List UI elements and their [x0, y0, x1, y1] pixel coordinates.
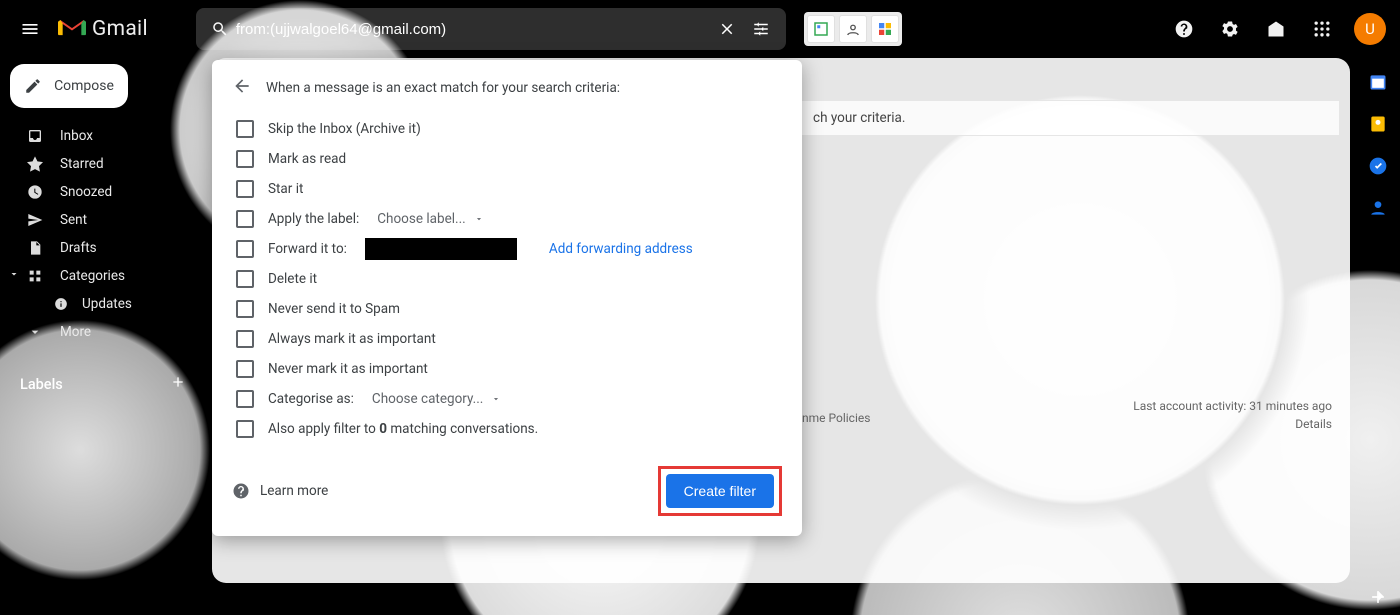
checkbox-icon[interactable]	[236, 180, 254, 198]
draft-icon	[26, 240, 44, 256]
hide-side-panel-icon[interactable]	[1372, 587, 1390, 609]
checkbox-icon[interactable]	[236, 390, 254, 408]
footer-policies[interactable]: nme Policies	[802, 411, 870, 425]
create-filter-button[interactable]: Create filter	[666, 474, 774, 508]
app-chip-3[interactable]	[871, 15, 899, 43]
nav-snoozed[interactable]: Snoozed	[0, 178, 210, 206]
nav-snoozed-label: Snoozed	[60, 184, 112, 200]
tasks-icon[interactable]	[1366, 154, 1390, 178]
nav-updates-label: Updates	[82, 296, 132, 312]
checkbox-icon[interactable]	[236, 300, 254, 318]
calendar-icon[interactable]	[1366, 70, 1390, 94]
nav-more[interactable]: More	[0, 318, 210, 346]
filter-options-popup: When a message is an exact match for you…	[212, 60, 802, 536]
nav-drafts[interactable]: Drafts	[0, 234, 210, 262]
labels-heading: Labels	[20, 376, 63, 393]
star-icon	[26, 156, 44, 172]
support-icon[interactable]	[1166, 11, 1202, 47]
category-select[interactable]: Choose category...	[372, 391, 501, 407]
compose-label: Compose	[54, 78, 114, 94]
nav-sent[interactable]: Sent	[0, 206, 210, 234]
opt-mark-read[interactable]: Mark as read	[232, 144, 782, 174]
nav-categories-label: Categories	[60, 268, 125, 284]
opt-important[interactable]: Always mark it as important	[232, 324, 782, 354]
categories-icon	[26, 268, 44, 284]
info-icon	[54, 297, 68, 311]
learn-more-link[interactable]: Learn more	[232, 482, 328, 500]
opt-delete[interactable]: Delete it	[232, 264, 782, 294]
chat-status-icon[interactable]	[1258, 11, 1294, 47]
checkbox-icon[interactable]	[236, 240, 254, 258]
opt-no-spam[interactable]: Never send it to Spam	[232, 294, 782, 324]
search-input[interactable]	[236, 21, 710, 38]
send-icon	[26, 212, 44, 228]
add-forwarding-link[interactable]: Add forwarding address	[549, 241, 693, 257]
opt-apply-label[interactable]: Apply the label: Choose label...	[232, 204, 782, 234]
workspace-apps-chips	[804, 12, 902, 46]
dropdown-icon	[491, 394, 501, 404]
criteria-message-text: ch your criteria.	[813, 110, 905, 126]
opt-categorise[interactable]: Categorise as: Choose category...	[232, 384, 782, 414]
nav-more-label: More	[60, 324, 91, 340]
popup-title: When a message is an exact match for you…	[266, 80, 620, 96]
search-icon	[204, 20, 236, 38]
app-chip-1[interactable]	[807, 15, 835, 43]
nav-inbox[interactable]: Inbox	[0, 122, 210, 150]
create-filter-highlight: Create filter	[658, 466, 782, 516]
checkbox-icon[interactable]	[236, 120, 254, 138]
checkbox-icon[interactable]	[236, 270, 254, 288]
add-label-icon[interactable]	[170, 374, 186, 394]
checkbox-icon[interactable]	[236, 150, 254, 168]
checkbox-icon[interactable]	[236, 330, 254, 348]
label-select[interactable]: Choose label...	[377, 211, 483, 227]
footer-activity: Last account activity: 31 minutes ago	[1133, 397, 1332, 415]
checkbox-icon[interactable]	[236, 360, 254, 378]
opt-skip-inbox[interactable]: Skip the Inbox (Archive it)	[232, 114, 782, 144]
forward-address-input[interactable]	[365, 238, 517, 260]
dropdown-icon	[474, 214, 484, 224]
clear-search-icon[interactable]	[710, 12, 744, 46]
google-apps-icon[interactable]	[1304, 11, 1340, 47]
back-arrow-icon[interactable]	[232, 76, 252, 100]
opt-star[interactable]: Star it	[232, 174, 782, 204]
nav-starred[interactable]: Starred	[0, 150, 210, 178]
inbox-icon	[26, 128, 44, 144]
opt-forward[interactable]: Forward it to: Add forwarding address	[232, 234, 782, 264]
opt-not-important[interactable]: Never mark it as important	[232, 354, 782, 384]
checkbox-icon[interactable]	[236, 210, 254, 228]
nav-starred-label: Starred	[60, 156, 104, 172]
opt-also-apply[interactable]: Also apply filter to 0 matching conversa…	[232, 414, 782, 444]
settings-icon[interactable]	[1212, 11, 1248, 47]
chevron-down-icon	[26, 324, 44, 340]
search-options-icon[interactable]	[744, 12, 778, 46]
checkbox-icon[interactable]	[236, 420, 254, 438]
contacts-icon[interactable]	[1366, 196, 1390, 220]
account-avatar[interactable]: U	[1354, 13, 1386, 45]
gmail-text: Gmail	[92, 17, 148, 41]
expand-icon	[8, 268, 22, 284]
nav-sent-label: Sent	[60, 212, 87, 228]
app-chip-2[interactable]	[839, 15, 867, 43]
nav-inbox-label: Inbox	[60, 128, 93, 144]
search-bar[interactable]	[196, 8, 786, 50]
keep-icon[interactable]	[1366, 112, 1390, 136]
clock-icon	[26, 184, 44, 200]
gmail-logo[interactable]: Gmail	[58, 16, 148, 42]
help-icon	[232, 482, 250, 500]
nav-categories[interactable]: Categories	[0, 262, 210, 290]
nav-drafts-label: Drafts	[60, 240, 97, 256]
compose-button[interactable]: Compose	[10, 64, 128, 108]
footer-details[interactable]: Details	[1133, 415, 1332, 433]
nav-updates[interactable]: Updates	[0, 290, 210, 318]
main-menu-button[interactable]	[10, 9, 50, 49]
